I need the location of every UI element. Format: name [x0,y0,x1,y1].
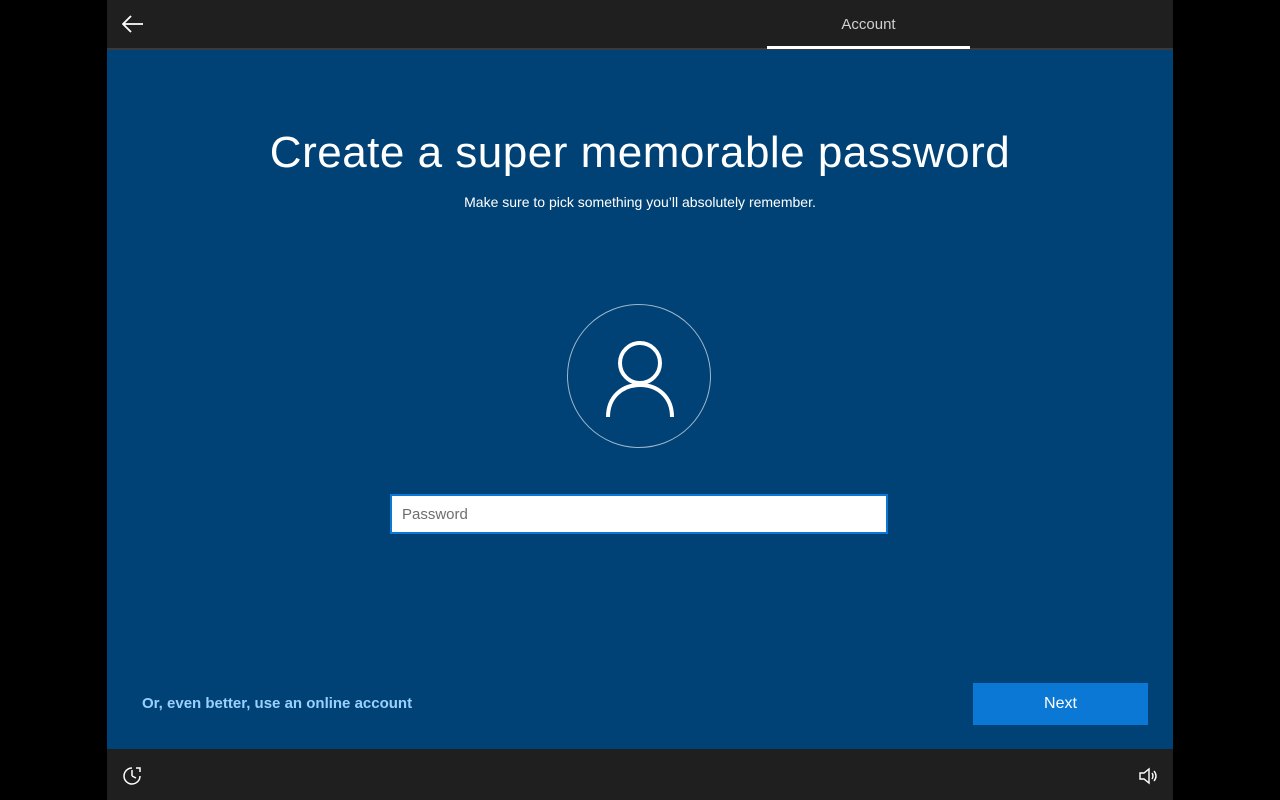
avatar [567,304,711,448]
volume-button[interactable] [1137,765,1159,787]
tab-underline [767,46,970,49]
tab-account: Account [841,15,896,33]
bottom-bar [107,749,1173,800]
password-field[interactable] [390,494,888,534]
top-bar: Account [107,0,1173,50]
back-arrow-icon [122,15,143,33]
ease-of-access-icon [123,767,141,785]
next-button[interactable]: Next [973,683,1148,725]
page-subtitle: Make sure to pick something you’ll absol… [464,194,816,210]
user-icon [606,341,674,417]
ease-of-access-button[interactable] [121,765,143,787]
page-title: Create a super memorable password [269,128,1011,177]
online-account-link[interactable]: Or, even better, use an online account [142,695,412,712]
volume-icon [1139,767,1157,785]
back-button[interactable] [117,8,149,40]
oobe-window: Account Create a super memorable passwor… [107,0,1173,800]
